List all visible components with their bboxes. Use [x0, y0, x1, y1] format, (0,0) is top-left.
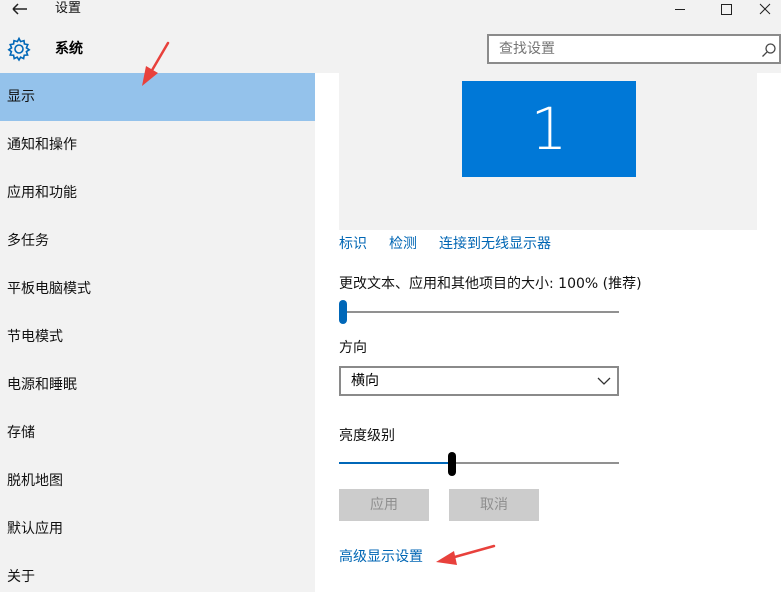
maximize-icon	[721, 4, 732, 15]
back-button[interactable]	[10, 0, 30, 20]
scale-label: 更改文本、应用和其他项目的大小: 100% (推荐)	[339, 276, 642, 292]
annotation-arrow-icon	[436, 544, 496, 565]
sidebar-item-power-sleep[interactable]: 电源和睡眠	[0, 361, 315, 409]
minimize-button[interactable]	[657, 0, 703, 20]
monitor-tile[interactable]: 1	[462, 81, 636, 177]
sidebar-item-about[interactable]: 关于	[0, 553, 315, 592]
sidebar-item-display[interactable]: 显示	[0, 73, 315, 121]
orientation-value: 横向	[351, 373, 379, 389]
sidebar: 系统 显示 通知和操作 应用和功能 多任务 平板电脑模式 节电模式 电源和睡眠 …	[0, 24, 315, 592]
scale-slider-track[interactable]	[339, 311, 619, 313]
sidebar-item-apps-features[interactable]: 应用和功能	[0, 169, 315, 217]
brightness-slider-thumb[interactable]	[447, 452, 456, 476]
sidebar-item-notifications[interactable]: 通知和操作	[0, 121, 315, 169]
identify-link[interactable]: 标识	[339, 235, 367, 253]
sidebar-item-storage[interactable]: 存储	[0, 409, 315, 457]
gear-icon	[7, 36, 31, 62]
advanced-display-settings-link[interactable]: 高级显示设置	[339, 548, 423, 566]
orientation-dropdown[interactable]: 横向	[339, 366, 619, 396]
window-title: 设置	[55, 1, 82, 16]
title-bar: 设置	[0, 0, 781, 24]
brightness-label: 亮度级别	[339, 428, 395, 444]
close-icon	[759, 3, 771, 15]
sidebar-item-battery-saver[interactable]: 节电模式	[0, 313, 315, 361]
minimize-icon	[675, 9, 685, 10]
search-icon[interactable]	[761, 42, 777, 58]
maximize-button[interactable]	[703, 0, 749, 20]
close-button[interactable]	[749, 0, 781, 20]
scale-slider-thumb[interactable]	[339, 300, 347, 324]
chevron-down-icon	[597, 377, 611, 385]
cancel-button[interactable]: 取消	[449, 489, 539, 521]
apply-button[interactable]: 应用	[339, 489, 429, 521]
search-input[interactable]	[499, 41, 739, 57]
detect-link[interactable]: 检测	[389, 235, 417, 253]
search-box[interactable]	[487, 34, 781, 64]
back-arrow-icon	[12, 3, 27, 15]
sidebar-item-multitasking[interactable]: 多任务	[0, 217, 315, 265]
brightness-slider-fill	[339, 462, 448, 464]
sidebar-header: 系统	[0, 24, 315, 73]
sidebar-item-tablet-mode[interactable]: 平板电脑模式	[0, 265, 315, 313]
sidebar-item-offline-maps[interactable]: 脱机地图	[0, 457, 315, 505]
display-preview: 1	[339, 73, 757, 230]
orientation-label: 方向	[339, 340, 367, 356]
sidebar-item-default-apps[interactable]: 默认应用	[0, 505, 315, 553]
connect-wireless-display-link[interactable]: 连接到无线显示器	[439, 235, 551, 253]
section-title: 系统	[55, 41, 83, 57]
sidebar-nav: 显示 通知和操作 应用和功能 多任务 平板电脑模式 节电模式 电源和睡眠 存储 …	[0, 73, 315, 592]
